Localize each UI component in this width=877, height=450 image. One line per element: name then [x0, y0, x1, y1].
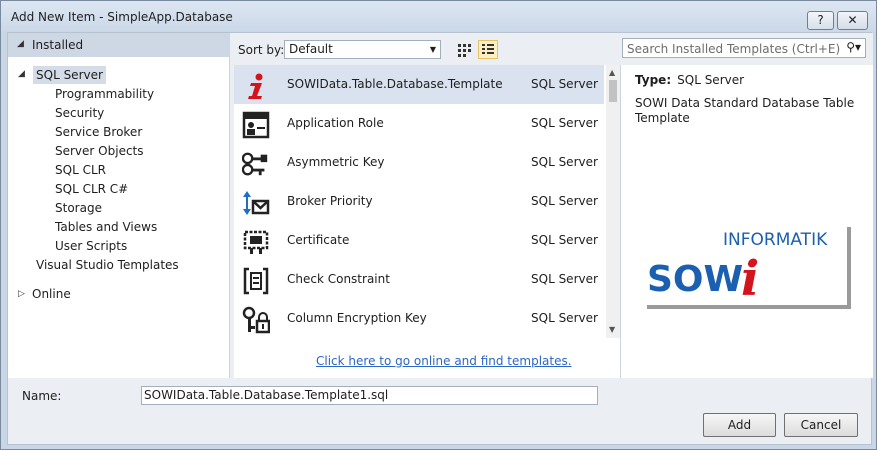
- sort-toolbar: Sort by: Default ▼ Search Installed Temp…: [230, 33, 873, 65]
- search-icon[interactable]: ⚲▾: [846, 40, 861, 54]
- sort-by-value: Default: [289, 42, 333, 56]
- template-name: Asymmetric Key: [287, 155, 385, 169]
- sort-by-dropdown[interactable]: Default ▼: [284, 40, 441, 59]
- template-item-application-role[interactable]: Application Role SQL Server: [234, 104, 604, 143]
- template-category: SQL Server: [531, 233, 598, 247]
- installed-label: Installed: [32, 38, 84, 52]
- title-bar: Add New Item - SimpleApp.Database ? ✕: [1, 1, 876, 32]
- template-tree: ◢ Installed ◢ SQL Server Programmability…: [8, 33, 230, 378]
- search-templates-input[interactable]: Search Installed Templates (Ctrl+E) ⚲▾: [622, 38, 866, 58]
- help-button[interactable]: ?: [807, 11, 834, 30]
- template-category: SQL Server: [531, 116, 598, 130]
- tree-node-sql-clr[interactable]: SQL CLR: [55, 161, 106, 179]
- certificate-icon: [243, 230, 269, 254]
- tree-node-visual-studio-templates[interactable]: Visual Studio Templates: [36, 256, 179, 274]
- logo-sowi-text: SOW: [647, 259, 743, 300]
- logo-informatik-text: INFORMATIK: [723, 230, 828, 250]
- medium-icons-view-button[interactable]: [478, 40, 498, 59]
- tree-node-sql-clr-csharp[interactable]: SQL CLR C#: [55, 180, 128, 198]
- template-item-column-encryption-key[interactable]: Column Encryption Key SQL Server: [234, 299, 604, 338]
- scroll-up-arrow-icon[interactable]: ▲: [609, 68, 615, 77]
- add-new-item-dialog: Add New Item - SimpleApp.Database ? ✕ ◢ …: [0, 0, 877, 450]
- type-label: Type:: [635, 73, 672, 87]
- tree-node-storage[interactable]: Storage: [55, 199, 102, 217]
- logo-i-text: i: [741, 251, 759, 307]
- template-name: Application Role: [287, 116, 384, 130]
- search-placeholder: Search Installed Templates (Ctrl+E): [627, 42, 841, 56]
- template-list: SOWIData.Table.Database.Template SQL Ser…: [234, 65, 620, 378]
- broker-priority-icon: [243, 191, 270, 215]
- grid-view-icon: [458, 44, 471, 57]
- expand-arrow-icon[interactable]: ◢: [18, 69, 25, 79]
- list-scrollbar[interactable]: ▲ ▼: [606, 65, 620, 338]
- template-item-sowidata[interactable]: SOWIData.Table.Database.Template SQL Ser…: [234, 65, 604, 104]
- asymmetric-key-icon: [242, 152, 268, 176]
- template-category: SQL Server: [531, 272, 598, 286]
- add-button[interactable]: Add: [703, 413, 776, 437]
- template-name: Broker Priority: [287, 194, 373, 208]
- template-name: Check Constraint: [287, 272, 390, 286]
- template-category: SQL Server: [531, 194, 598, 208]
- tree-node-programmability[interactable]: Programmability: [55, 85, 154, 103]
- template-description: SOWI Data Standard Database Table Templa…: [635, 96, 855, 125]
- check-constraint-icon: [243, 267, 269, 295]
- template-name: SOWIData.Table.Database.Template: [287, 77, 503, 91]
- dropdown-arrow-icon: ▼: [429, 45, 436, 54]
- tree-node-security[interactable]: Security: [55, 104, 104, 122]
- type-value: SQL Server: [677, 73, 745, 87]
- sowi-info-icon: [248, 73, 263, 99]
- template-category: SQL Server: [531, 77, 598, 91]
- sort-by-label: Sort by:: [238, 43, 285, 57]
- name-label: Name:: [22, 389, 62, 403]
- template-name: Certificate: [287, 233, 350, 247]
- tree-node-tables-and-views[interactable]: Tables and Views: [55, 218, 157, 236]
- template-details-pane: Type: SQL Server SOWI Data Standard Datab…: [620, 65, 873, 378]
- template-item-certificate[interactable]: Certificate SQL Server: [234, 221, 604, 260]
- cancel-button[interactable]: Cancel: [784, 413, 858, 437]
- tree-node-online[interactable]: Online: [32, 285, 71, 303]
- small-icons-view-button[interactable]: [454, 40, 474, 59]
- scroll-thumb[interactable]: [609, 80, 617, 102]
- expand-arrow-icon[interactable]: ◢: [17, 39, 24, 49]
- tree-node-sql-server[interactable]: SQL Server: [33, 66, 106, 84]
- tree-node-service-broker[interactable]: Service Broker: [55, 123, 142, 141]
- list-view-icon: [482, 44, 494, 54]
- template-item-asymmetric-key[interactable]: Asymmetric Key SQL Server: [234, 143, 604, 182]
- dialog-client-area: ◢ Installed ◢ SQL Server Programmability…: [7, 32, 873, 445]
- sowi-informatik-logo: INFORMATIK SOW i: [645, 223, 851, 309]
- template-item-check-constraint[interactable]: Check Constraint SQL Server: [234, 260, 604, 299]
- template-type: Type: SQL Server: [635, 73, 744, 87]
- column-encryption-key-icon: [242, 306, 270, 334]
- scroll-down-arrow-icon[interactable]: ▼: [609, 325, 615, 334]
- file-name-input[interactable]: SOWIData.Table.Database.Template1.sql: [141, 386, 598, 405]
- tree-node-installed[interactable]: ◢ Installed: [8, 33, 230, 57]
- close-button[interactable]: ✕: [837, 11, 868, 30]
- find-templates-online-link[interactable]: Click here to go online and find templat…: [316, 354, 572, 368]
- template-category: SQL Server: [531, 311, 598, 325]
- application-role-icon: [242, 111, 270, 139]
- tree-node-user-scripts[interactable]: User Scripts: [55, 237, 127, 255]
- template-name: Column Encryption Key: [287, 311, 427, 325]
- collapse-arrow-icon[interactable]: ▷: [18, 289, 25, 299]
- tree-node-server-objects[interactable]: Server Objects: [55, 142, 144, 160]
- template-category: SQL Server: [531, 155, 598, 169]
- template-item-broker-priority[interactable]: Broker Priority SQL Server: [234, 182, 604, 221]
- window-title: Add New Item - SimpleApp.Database: [11, 10, 233, 24]
